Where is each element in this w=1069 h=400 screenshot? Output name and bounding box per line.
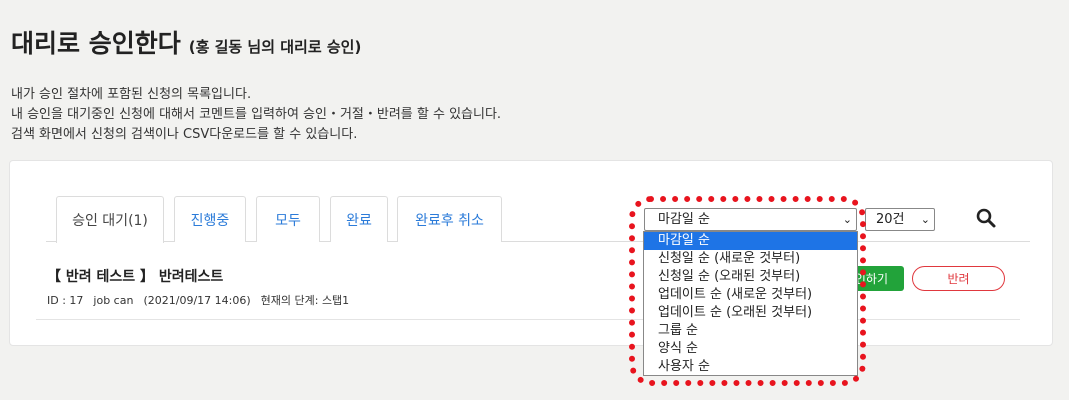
reject-button[interactable]: 반려 xyxy=(912,266,1005,291)
description-line: 검색 화면에서 신청의 검색이나 CSV다운로드를 할 수 있습니다. xyxy=(11,127,358,142)
request-user: job can xyxy=(93,294,134,307)
search-icon[interactable] xyxy=(975,207,997,229)
request-date: (2021/09/17 14:06) xyxy=(143,294,251,307)
tab-completed[interactable]: 완료 xyxy=(330,196,388,242)
sort-option-due-date[interactable]: 마감일 순 xyxy=(644,232,857,250)
sort-option-group[interactable]: 그룹 순 xyxy=(644,322,857,340)
request-title[interactable]: 【 반려 테스트 】 반려테스트 xyxy=(47,266,223,286)
request-stage: 현재의 단계: 스탭1 xyxy=(260,294,350,307)
sort-option-applied-oldest[interactable]: 신청일 순 (오래된 것부터) xyxy=(644,268,857,286)
tab-cancelled-after-completion[interactable]: 완료후 취소 xyxy=(397,196,502,242)
sort-option-user[interactable]: 사용자 순 xyxy=(644,358,857,376)
page-size-select[interactable]: 20건 ⌄ xyxy=(865,208,935,231)
sort-option-updated-newest[interactable]: 업데이트 순 (새로운 것부터) xyxy=(644,286,857,304)
chevron-down-icon: ⌄ xyxy=(920,213,930,226)
sort-option-form[interactable]: 양식 순 xyxy=(644,340,857,358)
tab-in-progress[interactable]: 진행중 xyxy=(174,196,246,242)
page-size-value: 20건 xyxy=(876,212,905,227)
sort-option-updated-oldest[interactable]: 업데이트 순 (오래된 것부터) xyxy=(644,304,857,322)
request-id: ID : 17 xyxy=(47,294,84,307)
chevron-down-icon: ⌄ xyxy=(842,213,852,226)
sort-select[interactable]: 마감일 순 ⌄ xyxy=(644,208,857,231)
request-meta: ID : 17 job can (2021/09/17 14:06) 현재의 단계: … xyxy=(47,292,359,308)
row-divider xyxy=(36,319,1020,320)
sort-dropdown-list: 마감일 순 신청일 순 (새로운 것부터) 신청일 순 (오래된 것부터) 업데… xyxy=(643,231,858,376)
page-description: 내가 승인 절차에 포함된 신청의 목록입니다. 내 승인을 대기중인 신청에 … xyxy=(11,85,501,145)
sort-option-applied-newest[interactable]: 신청일 순 (새로운 것부터) xyxy=(644,250,857,268)
page-subtitle: (홍 길동 님의 대리로 승인) xyxy=(188,38,362,56)
tab-all[interactable]: 모두 xyxy=(256,196,320,242)
tab-pending[interactable]: 승인 대기(1) xyxy=(56,196,164,243)
page-title: 대리로 승인한다 (홍 길동 님의 대리로 승인) xyxy=(11,24,361,60)
description-line: 내가 승인 절차에 포함된 신청의 목록입니다. xyxy=(11,87,252,102)
description-line: 내 승인을 대기중인 신청에 대해서 코멘트를 입력하여 승인・거절・반려를 할… xyxy=(11,107,502,122)
sort-select-value: 마감일 순 xyxy=(658,212,710,227)
page-title-text: 대리로 승인한다 xyxy=(11,29,181,58)
